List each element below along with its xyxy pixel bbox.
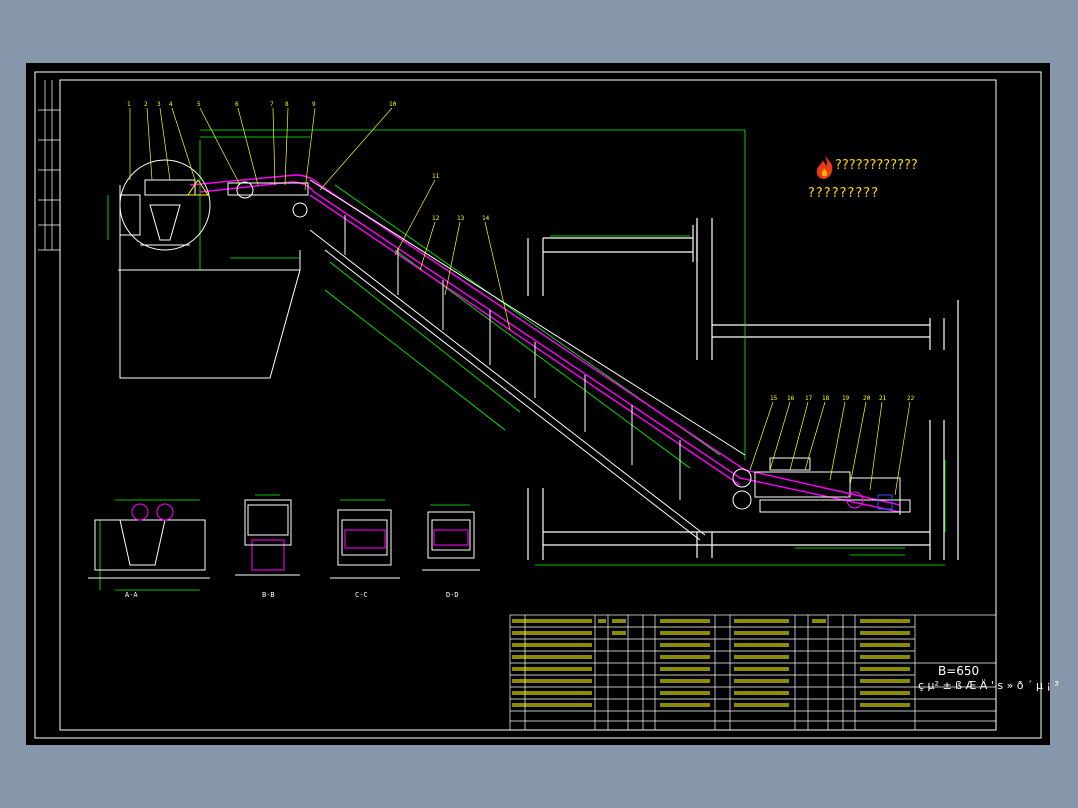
svg-text:3: 3 bbox=[157, 101, 161, 108]
svg-text:9: 9 bbox=[312, 101, 316, 108]
svg-text:A-A: A-A bbox=[125, 591, 138, 599]
svg-text:1: 1 bbox=[127, 101, 131, 108]
svg-text:6: 6 bbox=[235, 101, 239, 108]
svg-text:11: 11 bbox=[432, 173, 440, 180]
title-block-spec: B=650 bbox=[938, 664, 980, 678]
svg-text:B-B: B-B bbox=[262, 591, 275, 599]
svg-text:7: 7 bbox=[270, 101, 274, 108]
svg-text:13: 13 bbox=[457, 215, 465, 222]
svg-text:14: 14 bbox=[482, 215, 490, 222]
svg-text:16: 16 bbox=[787, 395, 795, 402]
conveyor-drawing: 123 456 789 101112 13 14 15 16 17 18 19 20 21… bbox=[34, 71, 1042, 739]
svg-text:5: 5 bbox=[197, 101, 201, 108]
svg-text:D-D: D-D bbox=[446, 591, 459, 599]
svg-text:18: 18 bbox=[822, 395, 830, 402]
binding-strip bbox=[38, 80, 60, 251]
section-labels: A-A B-B C-C D-D bbox=[125, 591, 459, 599]
svg-text:C-C: C-C bbox=[355, 591, 368, 599]
title-block-name: ç µ² ± ß Æ Ä ' s » ð ´ µ ¡ ³ bbox=[918, 679, 1059, 692]
svg-text:22: 22 bbox=[907, 395, 915, 402]
head-drive-section bbox=[119, 159, 309, 251]
tail-section bbox=[732, 457, 911, 515]
svg-text:12: 12 bbox=[432, 215, 440, 222]
callout-leaders bbox=[129, 107, 911, 496]
svg-text:20: 20 bbox=[863, 395, 871, 402]
conveyor-belt bbox=[189, 174, 901, 513]
svg-text:17: 17 bbox=[805, 395, 813, 402]
svg-text:2: 2 bbox=[144, 101, 148, 108]
callout-numbers: 123 456 789 101112 13 14 15 16 17 18 19 20 21… bbox=[127, 101, 915, 402]
svg-text:15: 15 bbox=[770, 395, 778, 402]
svg-text:8: 8 bbox=[285, 101, 289, 108]
flame-logo-icon bbox=[816, 155, 833, 179]
svg-text:10: 10 bbox=[389, 101, 397, 108]
section-view-aa bbox=[88, 503, 210, 579]
svg-text:19: 19 bbox=[842, 395, 850, 402]
section-view-dd bbox=[422, 511, 480, 571]
svg-text:4: 4 bbox=[169, 101, 173, 108]
section-view-cc bbox=[330, 509, 400, 579]
watermark-line-2: ????????? bbox=[808, 186, 880, 201]
watermark-line-1: ???????????? bbox=[835, 158, 918, 173]
svg-text:21: 21 bbox=[879, 395, 887, 402]
section-view-bb bbox=[235, 499, 300, 576]
